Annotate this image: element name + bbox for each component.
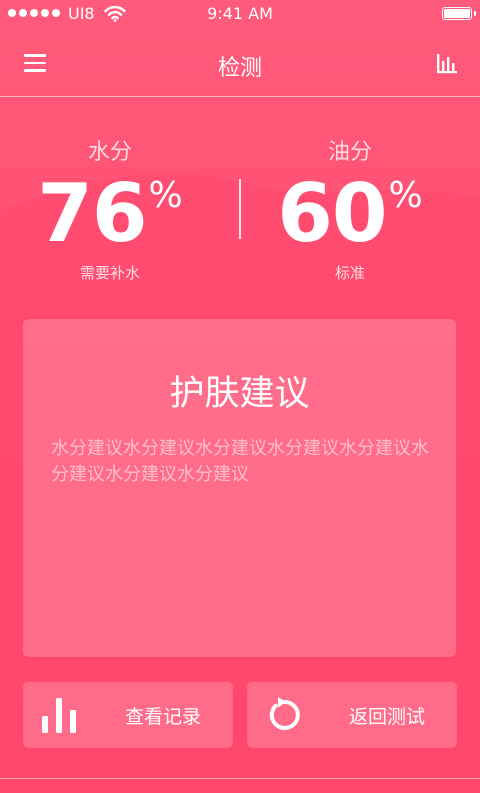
retest-label: 返回测试: [348, 706, 425, 728]
tab-bar-divider: [0, 778, 480, 779]
skin-test-screen: UI8 9:41 AM 检测 水分 76% 需要补水 油分 60% 标准 护肤建…: [0, 0, 480, 793]
bar-chart-icon: [42, 698, 76, 733]
oil-value: 60%: [240, 174, 460, 254]
battery-icon: [442, 7, 476, 20]
water-metric: 水分 76% 需要补水: [0, 138, 220, 283]
water-number: 76: [37, 167, 147, 260]
nav-bar: 检测: [0, 30, 480, 96]
nav-divider: [0, 96, 480, 97]
view-records-label: 查看记录: [124, 706, 201, 728]
retest-button[interactable]: 返回测试: [247, 682, 457, 748]
status-time: 9:41 AM: [207, 4, 273, 23]
advice-card: 护肤建议 水分建议水分建议水分建议水分建议水分建议水分建议水分建议水分建议: [23, 319, 456, 657]
water-unit: %: [148, 175, 183, 216]
water-label: 水分: [87, 140, 132, 165]
advice-text: 水分建议水分建议水分建议水分建议水分建议水分建议水分建议水分建议: [51, 438, 429, 485]
bar-chart-icon[interactable]: [436, 52, 458, 74]
view-records-button[interactable]: 查看记录: [23, 682, 233, 748]
oil-status: 标准: [334, 264, 365, 282]
oil-unit: %: [388, 175, 423, 216]
water-status: 需要补水: [79, 264, 140, 282]
oil-metric: 油分 60% 标准: [240, 138, 460, 283]
status-bar: UI8 9:41 AM: [0, 0, 480, 30]
advice-title: 护肤建议: [169, 374, 310, 414]
water-value: 76%: [0, 174, 220, 254]
oil-label: 油分: [327, 140, 372, 165]
refresh-icon: [269, 697, 300, 730]
page-title: 检测: [217, 56, 262, 81]
oil-number: 60: [277, 167, 387, 260]
